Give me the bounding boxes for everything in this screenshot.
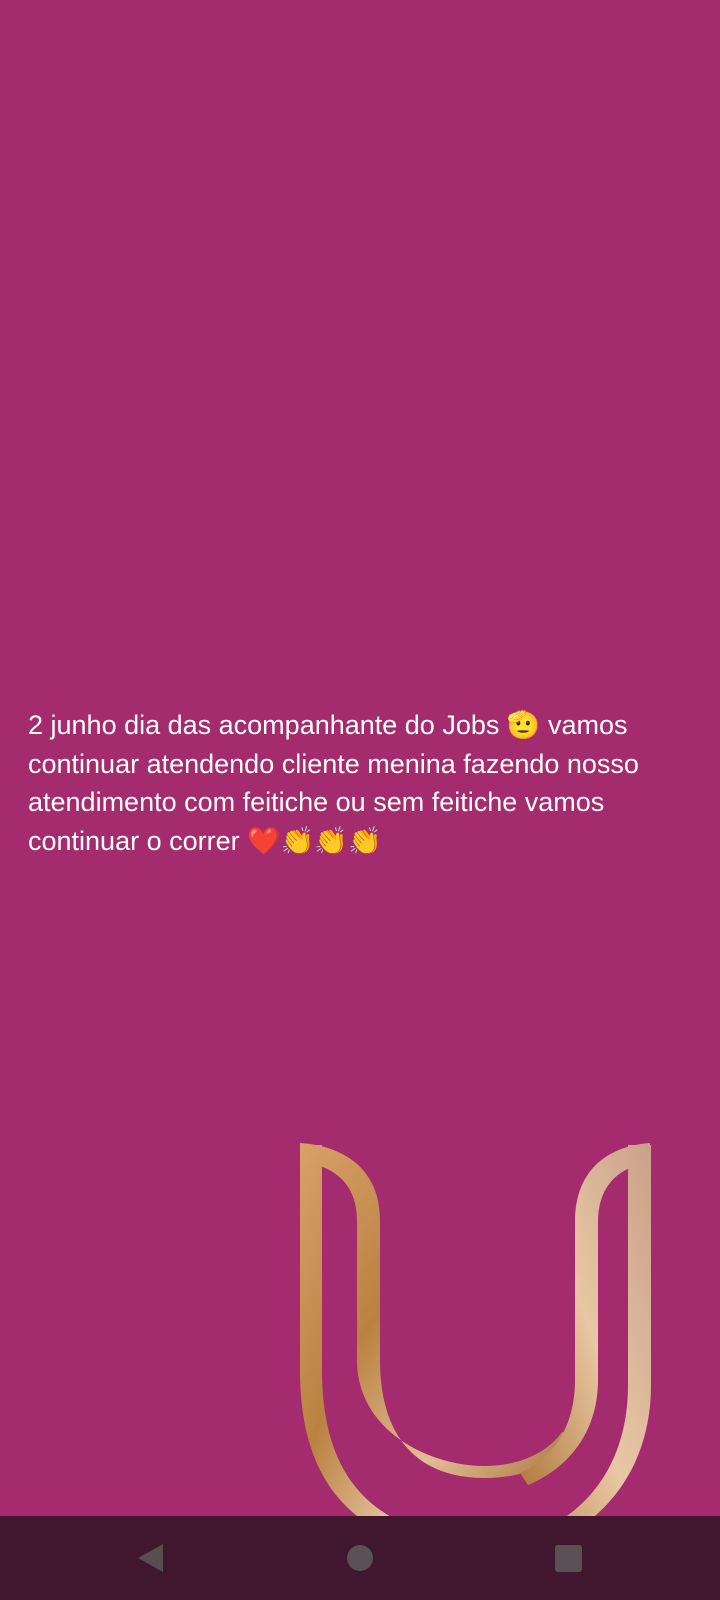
system-navigation-bar [0, 1516, 720, 1600]
story-screen: 2 junho dia das acompanhante do Jobs 🫡 v… [0, 0, 720, 1600]
back-button[interactable] [118, 1526, 182, 1590]
post-text: 2 junho dia das acompanhante do Jobs 🫡 v… [28, 710, 639, 856]
home-circle-icon [347, 1545, 373, 1571]
back-triangle-icon [137, 1544, 163, 1572]
recents-button[interactable] [536, 1526, 600, 1590]
home-button[interactable] [328, 1526, 392, 1590]
recents-square-icon [554, 1544, 582, 1572]
